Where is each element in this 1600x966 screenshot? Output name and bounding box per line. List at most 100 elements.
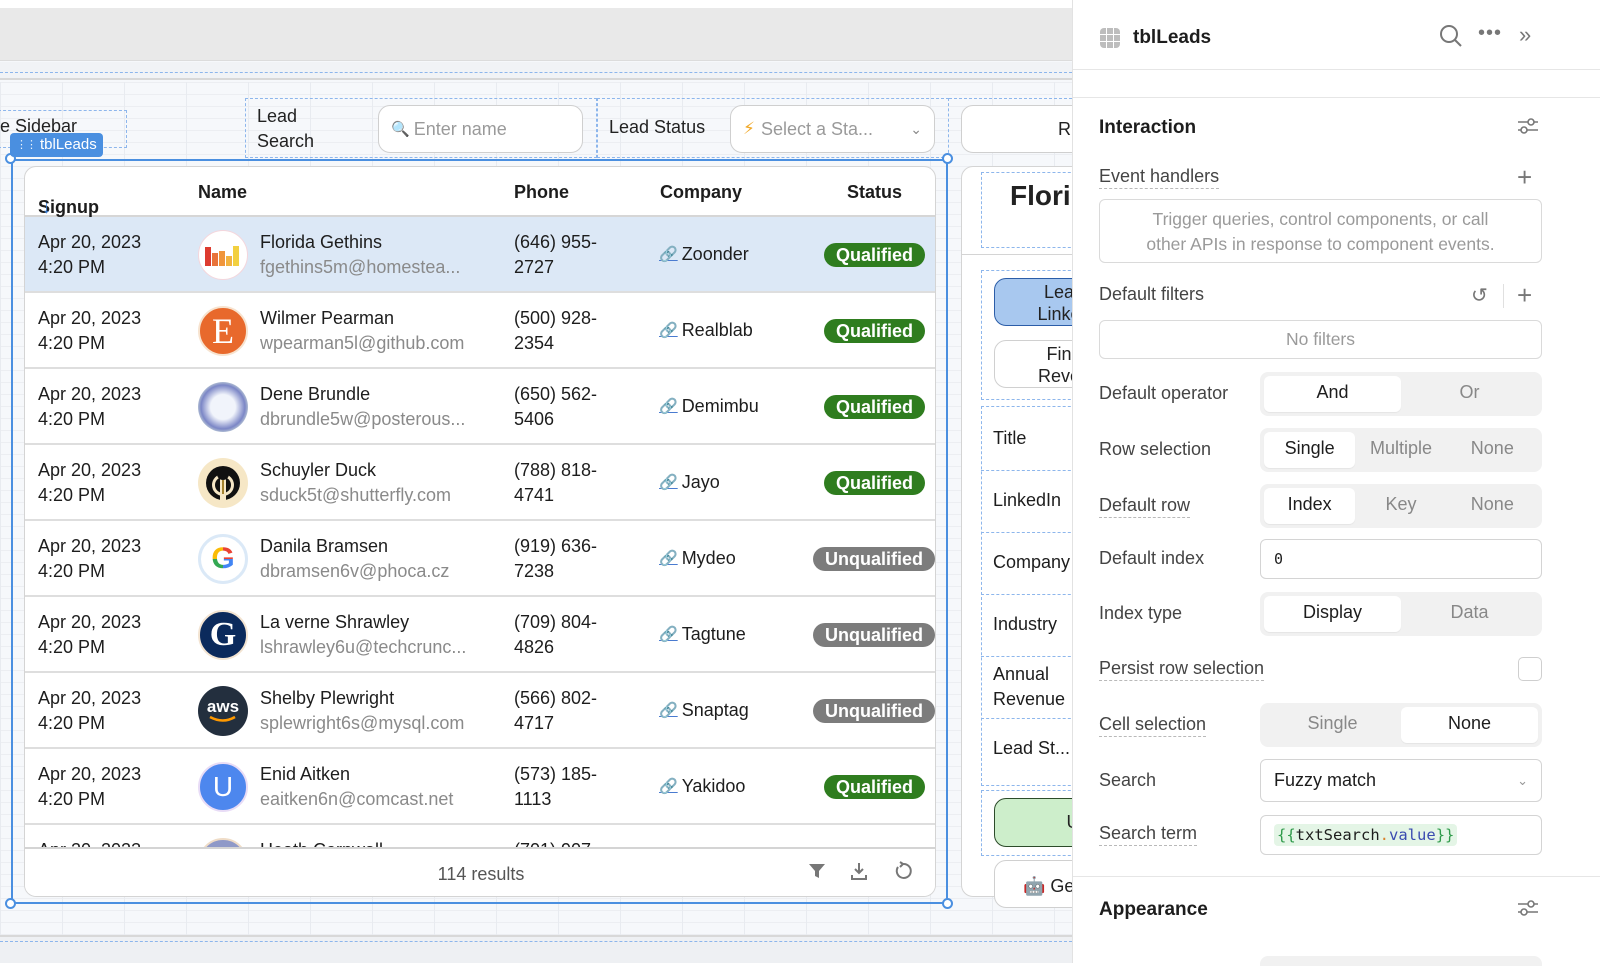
persist-row-selection-checkbox[interactable] — [1518, 657, 1542, 681]
default-index-label: Default index — [1099, 548, 1205, 568]
default-row-option-none[interactable]: None — [1447, 488, 1538, 524]
interaction-section-title[interactable]: Interaction — [1099, 117, 1196, 139]
right-header-button[interactable]: R — [961, 105, 1072, 153]
field-label-lead-status: Lead St... — [993, 738, 1071, 758]
cell-selection-option-single[interactable]: Single — [1264, 707, 1401, 743]
top-margin — [0, 0, 1072, 8]
empty-text: other APIs in response to component even… — [1146, 234, 1495, 254]
index-type-option-data[interactable]: Data — [1401, 596, 1538, 632]
field-guide — [981, 532, 1072, 533]
operator-option-and[interactable]: And — [1264, 376, 1401, 412]
collapse-icon[interactable]: » — [1519, 22, 1531, 48]
no-filters-box: No filters — [1099, 320, 1542, 359]
search-term-label: Search term — [1099, 823, 1198, 846]
field-label-annual-revenue: Annual Revenue — [993, 664, 1066, 709]
lead-status-label: Lead Status — [609, 117, 706, 137]
row-selection-option-multiple[interactable]: Multiple — [1355, 432, 1446, 468]
field-guide — [981, 594, 1072, 595]
lead-search-label-line2: Search — [257, 131, 315, 151]
index-type-toggle: Display Data — [1260, 592, 1542, 636]
resize-handle-bottom-left[interactable] — [5, 898, 16, 909]
container-guide — [0, 72, 1072, 73]
resize-handle-bottom-right[interactable] — [942, 898, 953, 909]
appearance-section-title[interactable]: Appearance — [1099, 899, 1208, 921]
index-type-label: Index type — [1099, 603, 1183, 623]
lead-search-label-line1: Lead — [257, 106, 298, 126]
add-event-handler-icon[interactable]: + — [1517, 164, 1532, 190]
lead-search-input[interactable]: 🔍 Enter name — [378, 105, 583, 153]
cell-selection-option-none[interactable]: None — [1401, 707, 1538, 743]
field-label-industry: Industry — [993, 614, 1058, 634]
section-gap — [1073, 71, 1600, 98]
reset-filters-icon[interactable]: ↺ — [1471, 283, 1488, 309]
lead-linkedin-button[interactable]: LeadLinked — [994, 278, 1072, 326]
persist-row-selection-label: Persist row selection — [1099, 658, 1265, 681]
lightning-icon: ⚡ — [743, 119, 755, 138]
event-handlers-label: Event handlers — [1099, 166, 1220, 189]
search-term-expression: {{txtSearch.value}} — [1274, 824, 1458, 846]
canvas-bottom-strip — [0, 935, 1072, 963]
row-selection-label: Row selection — [1099, 439, 1212, 459]
button-line: Reven — [1037, 366, 1072, 386]
index-type-option-display[interactable]: Display — [1264, 596, 1401, 632]
expr-open: {{ — [1277, 826, 1296, 844]
inspector-header: tblLeads ••• » — [1073, 10, 1600, 70]
expr-identifier: txtSearch — [1295, 826, 1380, 844]
expr-close: }} — [1435, 826, 1455, 844]
right-guide — [949, 98, 1072, 99]
expr-property: value — [1389, 826, 1436, 844]
default-row-option-key[interactable]: Key — [1355, 488, 1446, 524]
update-button[interactable]: U — [994, 798, 1072, 847]
cell-selection-toggle: Single None — [1260, 703, 1542, 747]
default-operator-toggle: And Or — [1260, 372, 1542, 416]
lead-search-placeholder: Enter name — [413, 118, 507, 139]
sliders-icon[interactable] — [1517, 116, 1539, 141]
cell-selection-label: Cell selection — [1099, 714, 1207, 737]
expr-dot: . — [1379, 826, 1390, 844]
empty-text: Trigger queries, control components, or … — [1152, 209, 1489, 229]
search-mode-value: Fuzzy match — [1274, 770, 1377, 790]
search-icon[interactable] — [1439, 24, 1463, 54]
component-name[interactable]: tblLeads — [1133, 27, 1211, 49]
button-line: Find — [1046, 344, 1072, 364]
lead-status-select[interactable]: ⚡ Select a Sta... ⌄ — [730, 105, 935, 153]
default-filters-label: Default filters — [1099, 284, 1205, 304]
search-icon: 🔍 — [391, 121, 410, 138]
default-row-option-index[interactable]: Index — [1264, 488, 1356, 524]
default-row-label: Default row — [1099, 495, 1191, 518]
component-tag[interactable]: ⋮⋮ tblLeads — [10, 133, 103, 157]
operator-option-or[interactable]: Or — [1401, 376, 1538, 412]
default-index-input[interactable]: 0 — [1260, 539, 1542, 579]
chevron-down-icon: ⌄ — [1517, 772, 1528, 788]
search-mode-select[interactable]: Fuzzy match ⌄ — [1260, 759, 1542, 802]
section-divider — [1073, 876, 1600, 877]
bottom-guide — [0, 941, 1072, 942]
default-row-toggle: Index Key None — [1260, 484, 1542, 528]
resize-handle-top-right[interactable] — [942, 153, 953, 164]
row-selection-option-none[interactable]: None — [1447, 432, 1538, 468]
canvas-header-area — [0, 8, 1072, 61]
chevron-down-icon: ⌄ — [910, 120, 922, 137]
sliders-icon[interactable] — [1517, 898, 1539, 923]
field-label-company: Company — [993, 552, 1071, 572]
button-line: Linked — [1037, 304, 1072, 324]
row-selection-toggle: Single Multiple None — [1260, 428, 1542, 472]
drag-handle-icon[interactable]: ⋮⋮ — [16, 133, 37, 157]
detail-divider — [962, 254, 1072, 255]
divider — [1503, 284, 1504, 308]
add-filter-icon[interactable]: + — [1517, 282, 1532, 308]
default-operator-label: Default operator — [1099, 383, 1229, 403]
field-guide — [981, 656, 1072, 657]
lead-status-placeholder: Select a Sta... — [760, 118, 873, 139]
row-selection-option-single[interactable]: Single — [1264, 432, 1356, 468]
appearance-toggle-partial — [1260, 956, 1542, 966]
field-label-linkedin: LinkedIn — [993, 490, 1062, 510]
more-icon[interactable]: ••• — [1478, 22, 1502, 45]
find-revenue-button[interactable]: FindReven — [994, 340, 1072, 388]
event-handlers-empty: Trigger queries, control components, or … — [1099, 199, 1542, 263]
canvas-header-band — [0, 62, 1072, 80]
detail-fields-guide — [981, 406, 1072, 786]
generate-button[interactable]: 🤖 Ge — [994, 860, 1072, 908]
search-term-input[interactable]: {{txtSearch.value}} — [1260, 815, 1542, 855]
field-guide — [981, 718, 1072, 719]
